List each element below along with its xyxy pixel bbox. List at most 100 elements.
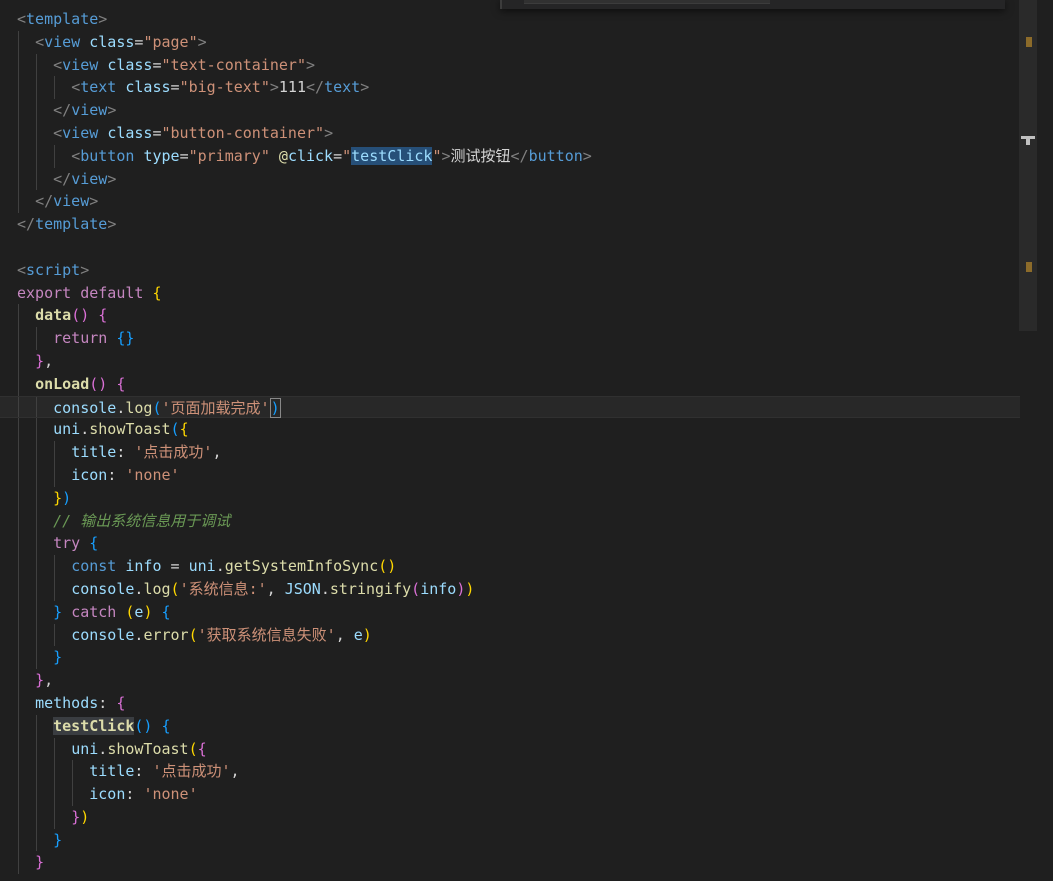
- code-token: e: [353, 625, 363, 644]
- code-line[interactable]: icon: 'none': [0, 463, 1020, 487]
- code-line[interactable]: }): [0, 486, 1020, 510]
- code-line[interactable]: }): [0, 805, 1020, 829]
- code-token: onLoad: [35, 374, 90, 393]
- code-token: title: [89, 762, 135, 781]
- code-line[interactable]: }: [0, 646, 1020, 670]
- code-line[interactable]: }: [0, 828, 1020, 852]
- code-token: }: [53, 602, 63, 621]
- code-line[interactable]: </view>: [0, 99, 1020, 122]
- code-line[interactable]: console.log('系统信息:', JSON.stringify(info…: [0, 577, 1020, 601]
- code-token: >: [197, 32, 207, 51]
- code-token: {: [89, 534, 99, 553]
- code-line[interactable]: <template>: [0, 8, 1020, 31]
- code-token: '页面加载完成': [161, 398, 270, 417]
- code-token: </: [510, 146, 529, 165]
- code-line[interactable]: },: [0, 669, 1020, 692]
- code-token: "text-container": [161, 55, 307, 74]
- code-line-text: <view class="text-container">: [17, 54, 315, 77]
- code-line[interactable]: icon: 'none': [0, 783, 1020, 806]
- code-token: JSON: [284, 579, 321, 598]
- code-line[interactable]: console.error('获取系统信息失败', e): [0, 623, 1020, 647]
- code-line-text: title: '点击成功',: [17, 441, 221, 464]
- overview-marker: [1026, 262, 1032, 272]
- code-editor[interactable]: <template> <view class="page"> <view cla…: [0, 0, 1053, 881]
- code-line[interactable]: <script>: [0, 259, 1020, 282]
- code-token: stringify: [329, 579, 412, 598]
- code-token: (: [152, 398, 162, 417]
- code-line[interactable]: <view class="text-container">: [0, 53, 1020, 77]
- code-line[interactable]: </view>: [0, 190, 1020, 214]
- code-token: }: [35, 351, 45, 370]
- code-line[interactable]: <button type="primary" @click="testClick…: [0, 144, 1020, 168]
- code-line[interactable]: data() {: [0, 304, 1020, 328]
- code-line[interactable]: testClick() {: [0, 714, 1020, 738]
- code-lines[interactable]: <template> <view class="page"> <view cla…: [0, 8, 1020, 875]
- code-line[interactable]: return {}: [0, 327, 1020, 350]
- code-line[interactable]: title: '点击成功',: [0, 441, 1020, 464]
- code-token: ,: [44, 351, 54, 370]
- code-line[interactable]: // 输出系统信息用于调试: [0, 509, 1020, 533]
- code-line[interactable]: }: [0, 851, 1020, 875]
- code-line[interactable]: console.log('页面加载完成'): [0, 395, 1020, 419]
- code-line[interactable]: </view>: [0, 167, 1020, 191]
- code-line[interactable]: <text class="big-text">111</text>: [0, 76, 1020, 100]
- code-token: ,: [335, 625, 354, 644]
- code-line-text: }: [17, 851, 44, 874]
- code-line[interactable]: uni.showToast({: [0, 737, 1020, 761]
- code-token: >: [324, 123, 334, 142]
- code-token: </: [17, 215, 36, 234]
- code-line[interactable]: export default {: [0, 282, 1020, 305]
- code-line[interactable]: },: [0, 349, 1020, 373]
- code-token: <: [35, 32, 45, 51]
- code-token: @: [278, 146, 288, 165]
- code-token: .: [98, 739, 108, 758]
- code-line-text: icon: 'none': [17, 464, 179, 487]
- code-line-text: }: [17, 829, 62, 852]
- code-token: >: [269, 78, 279, 97]
- code-token: console: [71, 625, 135, 644]
- code-token: class: [107, 55, 153, 74]
- code-token: {}: [116, 329, 135, 348]
- code-line[interactable]: try {: [0, 532, 1020, 556]
- code-line-text: </template>: [17, 213, 116, 236]
- vertical-scrollbar-thumb[interactable]: [1019, 0, 1037, 331]
- code-line[interactable]: methods: {: [0, 691, 1020, 715]
- code-line-text: <view class="page">: [17, 31, 207, 54]
- overview-ruler[interactable]: [1037, 0, 1053, 881]
- code-token: (): [89, 374, 108, 393]
- code-line[interactable]: const info = uni.getSystemInfoSync(): [0, 555, 1020, 578]
- code-token: class: [125, 78, 171, 97]
- code-token: ): [465, 579, 475, 598]
- code-line-text: </view>: [17, 99, 116, 122]
- code-token: =: [179, 146, 189, 165]
- code-token: ): [362, 625, 372, 644]
- code-line[interactable]: <view class="button-container">: [0, 121, 1020, 145]
- code-line-text: testClick() {: [17, 715, 171, 738]
- code-line-text: export default {: [17, 282, 162, 305]
- code-line-text: uni.showToast({: [17, 738, 206, 761]
- code-line[interactable]: [0, 236, 1020, 259]
- code-token: >: [80, 260, 90, 279]
- code-line[interactable]: </template>: [0, 213, 1020, 236]
- code-token: "button-container": [161, 123, 325, 142]
- code-line[interactable]: onLoad() {: [0, 372, 1020, 396]
- code-line[interactable]: title: '点击成功',: [0, 760, 1020, 784]
- find-input[interactable]: [524, 0, 770, 4]
- code-token: uni: [71, 739, 99, 758]
- code-token: text: [80, 78, 117, 97]
- code-line[interactable]: <view class="page">: [0, 30, 1020, 54]
- code-token: >: [107, 101, 117, 120]
- code-line[interactable]: } catch (e) {: [0, 600, 1020, 624]
- code-token: button: [528, 146, 583, 165]
- code-token: }: [35, 853, 45, 872]
- code-line[interactable]: uni.showToast({: [0, 418, 1020, 442]
